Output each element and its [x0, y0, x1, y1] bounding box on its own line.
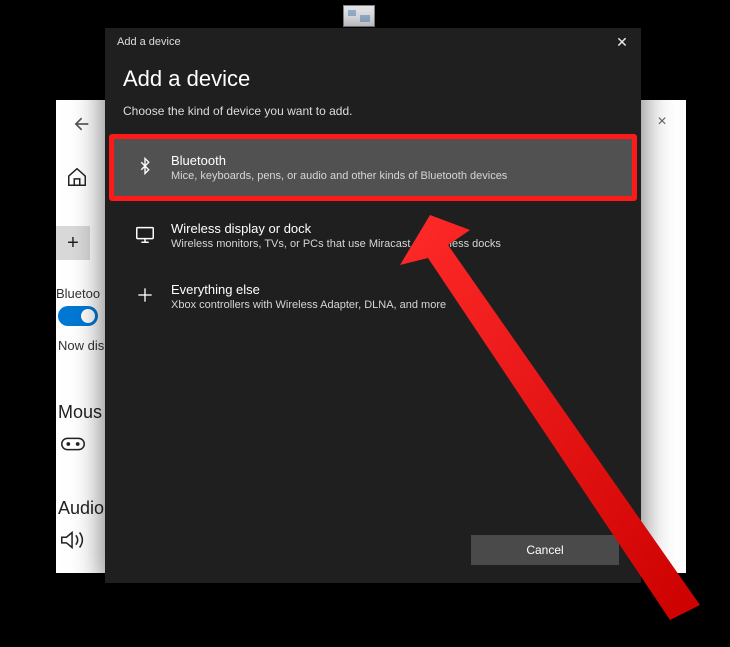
add-device-dialog: Add a device ✕ Add a device Choose the k… [105, 28, 641, 583]
option-everything-else-title: Everything else [171, 282, 446, 297]
gamepad-icon [58, 432, 88, 456]
plus-icon [133, 283, 157, 307]
dialog-window-title: Add a device [117, 36, 181, 48]
option-wireless-display-title: Wireless display or dock [171, 221, 501, 236]
audio-section-heading: Audio [58, 498, 104, 519]
dialog-heading: Add a device [123, 66, 623, 92]
cancel-button[interactable]: Cancel [471, 535, 619, 565]
option-bluetooth-desc: Mice, keyboards, pens, or audio and othe… [171, 170, 507, 182]
option-everything-else-desc: Xbox controllers with Wireless Adapter, … [171, 299, 446, 311]
home-icon[interactable] [66, 166, 90, 190]
back-arrow-icon[interactable] [70, 114, 90, 134]
add-device-button[interactable]: + [56, 226, 90, 260]
dialog-subheading: Choose the kind of device you want to ad… [123, 104, 623, 118]
close-button[interactable]: × [652, 112, 672, 132]
option-wireless-display-desc: Wireless monitors, TVs, or PCs that use … [171, 238, 501, 250]
now-discoverable-label: Now dis [58, 338, 104, 353]
option-bluetooth[interactable]: Bluetooth Mice, keyboards, pens, or audi… [109, 134, 637, 201]
bluetooth-toggle[interactable] [58, 306, 98, 326]
mouse-section-heading: Mous [58, 402, 102, 423]
bluetooth-icon [133, 154, 157, 178]
dialog-title-bar: Add a device ✕ [105, 28, 641, 56]
bluetooth-label: Bluetoo [56, 286, 100, 301]
option-bluetooth-title: Bluetooth [171, 153, 507, 168]
speaker-icon [58, 528, 88, 552]
taskbar-thumbnail [343, 5, 375, 27]
dialog-close-button[interactable]: ✕ [615, 35, 629, 49]
monitor-icon [133, 222, 157, 246]
option-everything-else[interactable]: Everything else Xbox controllers with Wi… [123, 270, 623, 323]
option-wireless-display[interactable]: Wireless display or dock Wireless monito… [123, 209, 623, 262]
